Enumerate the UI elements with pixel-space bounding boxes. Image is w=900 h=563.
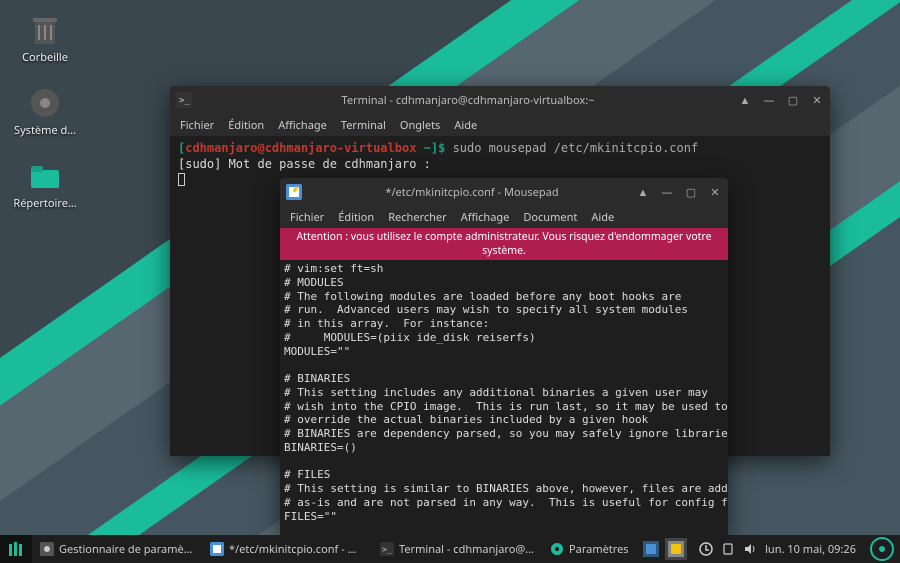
svg-text:>_: >_: [179, 96, 190, 106]
clipboard-icon[interactable]: [721, 542, 735, 556]
taskbar: Gestionnaire de paramètr… */etc/mkinitcp…: [0, 535, 900, 563]
terminal-menubar: Fichier Édition Affichage Terminal Ongle…: [170, 114, 830, 136]
menu-terminal[interactable]: Terminal: [341, 118, 386, 133]
menu-view[interactable]: Affichage: [278, 118, 327, 133]
taskbar-tasks: Gestionnaire de paramètr… */etc/mkinitcp…: [32, 535, 636, 563]
updates-icon[interactable]: [699, 542, 713, 556]
menu-tabs[interactable]: Onglets: [400, 118, 440, 133]
menu-file[interactable]: Fichier: [180, 118, 214, 133]
maximize-icon[interactable]: ▢: [786, 93, 800, 107]
menu-file[interactable]: Fichier: [290, 210, 324, 225]
terminal-cursor: [178, 173, 185, 186]
task-mousepad[interactable]: */etc/mkinitcpio.conf - Mo…: [202, 535, 372, 563]
show-desktop-button[interactable]: [870, 537, 894, 561]
tray-launcher-2[interactable]: [665, 538, 687, 560]
menu-help[interactable]: Aide: [591, 210, 614, 225]
task-terminal[interactable]: >_ Terminal - cdhmanjaro@cd…: [372, 535, 542, 563]
task-settings-manager[interactable]: Gestionnaire de paramètr…: [32, 535, 202, 563]
maximize-icon[interactable]: ▢: [684, 185, 698, 199]
system-label: Système d…: [14, 123, 76, 138]
system-icon[interactable]: Système d…: [10, 83, 80, 138]
root-warning-banner: Attention : vous utilisez le compte admi…: [280, 228, 728, 260]
clock[interactable]: lun. 10 mai, 09:26: [765, 542, 856, 557]
keep-above-icon[interactable]: ▲: [636, 185, 650, 199]
editor-content[interactable]: # vim:set ft=sh # MODULES # The followin…: [280, 260, 728, 538]
mousepad-icon: [210, 542, 224, 556]
minimize-icon[interactable]: —: [660, 185, 674, 199]
home-label: Répertoire…: [13, 196, 76, 211]
terminal-title: Terminal - cdhmanjaro@cdhmanjaro-virtual…: [198, 93, 738, 108]
menu-document[interactable]: Document: [523, 210, 577, 225]
menu-search[interactable]: Rechercher: [388, 210, 446, 225]
mousepad-window: */etc/mkinitcpio.conf - Mousepad ▲ — ▢ ✕…: [280, 178, 728, 538]
terminal-titlebar[interactable]: >_ Terminal - cdhmanjaro@cdhmanjaro-virt…: [170, 86, 830, 114]
desktop-icons: Corbeille Système d… Répertoire…: [10, 10, 80, 211]
menu-view[interactable]: Affichage: [461, 210, 510, 225]
menu-edit[interactable]: Édition: [228, 118, 264, 133]
svg-text:>_: >_: [382, 545, 392, 554]
close-icon[interactable]: ✕: [708, 185, 722, 199]
home-folder-icon[interactable]: Répertoire…: [10, 156, 80, 211]
trash-label: Corbeille: [22, 50, 68, 65]
mousepad-menubar: Fichier Édition Rechercher Affichage Doc…: [280, 206, 728, 228]
task-parameters[interactable]: Paramètres: [542, 535, 636, 563]
start-menu-button[interactable]: [0, 535, 32, 563]
terminal-icon: >_: [380, 542, 394, 556]
mousepad-title: */etc/mkinitcpio.conf - Mousepad: [308, 185, 636, 200]
tray-launcher-1[interactable]: [640, 538, 662, 560]
minimize-icon[interactable]: —: [762, 93, 776, 107]
tray-launchers: [636, 538, 691, 560]
volume-icon[interactable]: [743, 542, 757, 556]
menu-edit[interactable]: Édition: [338, 210, 374, 225]
manjaro-settings-icon: [550, 542, 564, 556]
close-icon[interactable]: ✕: [810, 93, 824, 107]
mousepad-titlebar[interactable]: */etc/mkinitcpio.conf - Mousepad ▲ — ▢ ✕: [280, 178, 728, 206]
trash-icon[interactable]: Corbeille: [10, 10, 80, 65]
terminal-app-icon: >_: [176, 92, 192, 108]
mousepad-app-icon: [286, 184, 302, 200]
menu-help[interactable]: Aide: [454, 118, 477, 133]
keep-above-icon[interactable]: ▲: [738, 93, 752, 107]
settings-icon: [40, 542, 54, 556]
system-tray: lun. 10 mai, 09:26: [691, 542, 864, 557]
